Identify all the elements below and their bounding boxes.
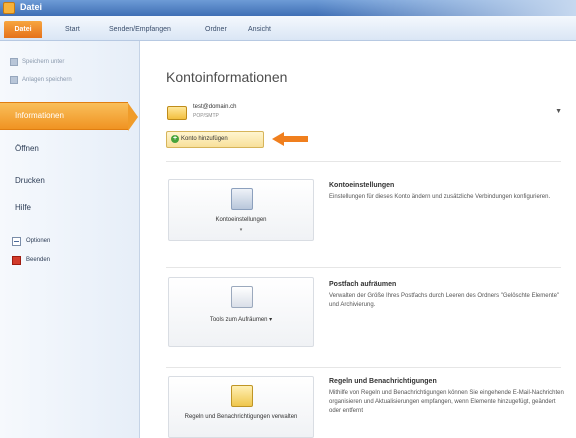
sidebar-item-informationen[interactable]: Informationen: [0, 102, 138, 131]
outlook-app-icon[interactable]: [3, 2, 15, 14]
chevron-down-icon[interactable]: ▼: [555, 108, 562, 115]
tab-ansicht[interactable]: Ansicht: [243, 21, 276, 38]
tab-senden-empfangen[interactable]: Senden/Empfangen: [104, 21, 176, 38]
backstage-content: Kontoinformationen test@domain.ch POP/SM…: [141, 41, 576, 438]
account-settings-icon: [231, 188, 253, 210]
add-account-label: Konto hinzufügen: [181, 136, 228, 142]
tab-datei[interactable]: Datei: [4, 21, 42, 38]
cleanup-tools-button[interactable]: Tools zum Aufräumen ▾: [168, 277, 314, 347]
section-description: Mithilfe von Regeln und Benachrichtigung…: [329, 390, 564, 414]
sidebar-item-optionen[interactable]: Optionen: [12, 236, 50, 246]
button-label: Kontoeinstellungen: [215, 217, 267, 223]
backstage-sidebar: Speichern unter Anlagen speichern Inform…: [0, 41, 140, 438]
page-title: Kontoinformationen: [166, 69, 288, 85]
window-title: Datei: [20, 2, 43, 12]
sidebar-command-save-as[interactable]: Speichern unter: [10, 56, 64, 68]
arrow-left-icon: [272, 132, 308, 146]
account-type: POP/SMTP: [193, 113, 219, 119]
sidebar-command-save-attachments[interactable]: Anlagen speichern: [10, 74, 72, 86]
section-heading: Kontoeinstellungen: [329, 182, 395, 189]
sidebar-item-oeffnen[interactable]: Öffnen: [15, 144, 39, 153]
divider: [166, 161, 561, 162]
section-heading: Regeln und Benachrichtigungen: [329, 378, 437, 385]
attachment-icon: [10, 76, 18, 84]
tab-start[interactable]: Start: [60, 21, 85, 38]
divider: [166, 367, 561, 368]
section-description: Verwalten der Größe Ihres Postfachs durc…: [329, 293, 560, 308]
section-heading: Postfach aufräumen: [329, 281, 397, 288]
account-settings-button[interactable]: Kontoeinstellungen ▾: [168, 179, 314, 241]
account-email: test@domain.ch: [193, 104, 237, 110]
section-description: Einstellungen für dieses Konto ändern un…: [329, 194, 551, 200]
dropdown-caret-icon: ▾: [239, 227, 243, 233]
title-bar-fade: [316, 0, 576, 16]
account-selector[interactable]: test@domain.ch POP/SMTP ▼: [167, 104, 562, 126]
manage-rules-button[interactable]: Regeln und Benachrichtigungen verwalten: [168, 376, 314, 438]
button-label: Regeln und Benachrichtigungen verwalten: [184, 414, 298, 420]
cleanup-tools-icon: [231, 286, 253, 308]
mail-account-icon: [167, 106, 187, 120]
sidebar-item-label: Informationen: [15, 111, 64, 120]
sidebar-item-beenden[interactable]: Beenden: [12, 255, 50, 265]
add-account-button[interactable]: + Konto hinzufügen: [166, 131, 264, 148]
sidebar-item-hilfe[interactable]: Hilfe: [15, 203, 31, 212]
button-label: Tools zum Aufräumen ▾: [209, 317, 273, 323]
sidebar-item-drucken[interactable]: Drucken: [15, 176, 45, 185]
rules-icon: [231, 385, 253, 407]
tab-ordner[interactable]: Ordner: [200, 21, 232, 38]
title-bar: Datei: [0, 0, 576, 16]
divider: [166, 267, 561, 268]
plus-icon: +: [171, 135, 179, 143]
ribbon-tab-bar: Datei Start Senden/Empfangen Ordner Ansi…: [0, 16, 576, 41]
options-icon: [12, 236, 21, 246]
exit-icon: [12, 255, 21, 265]
save-icon: [10, 58, 18, 66]
